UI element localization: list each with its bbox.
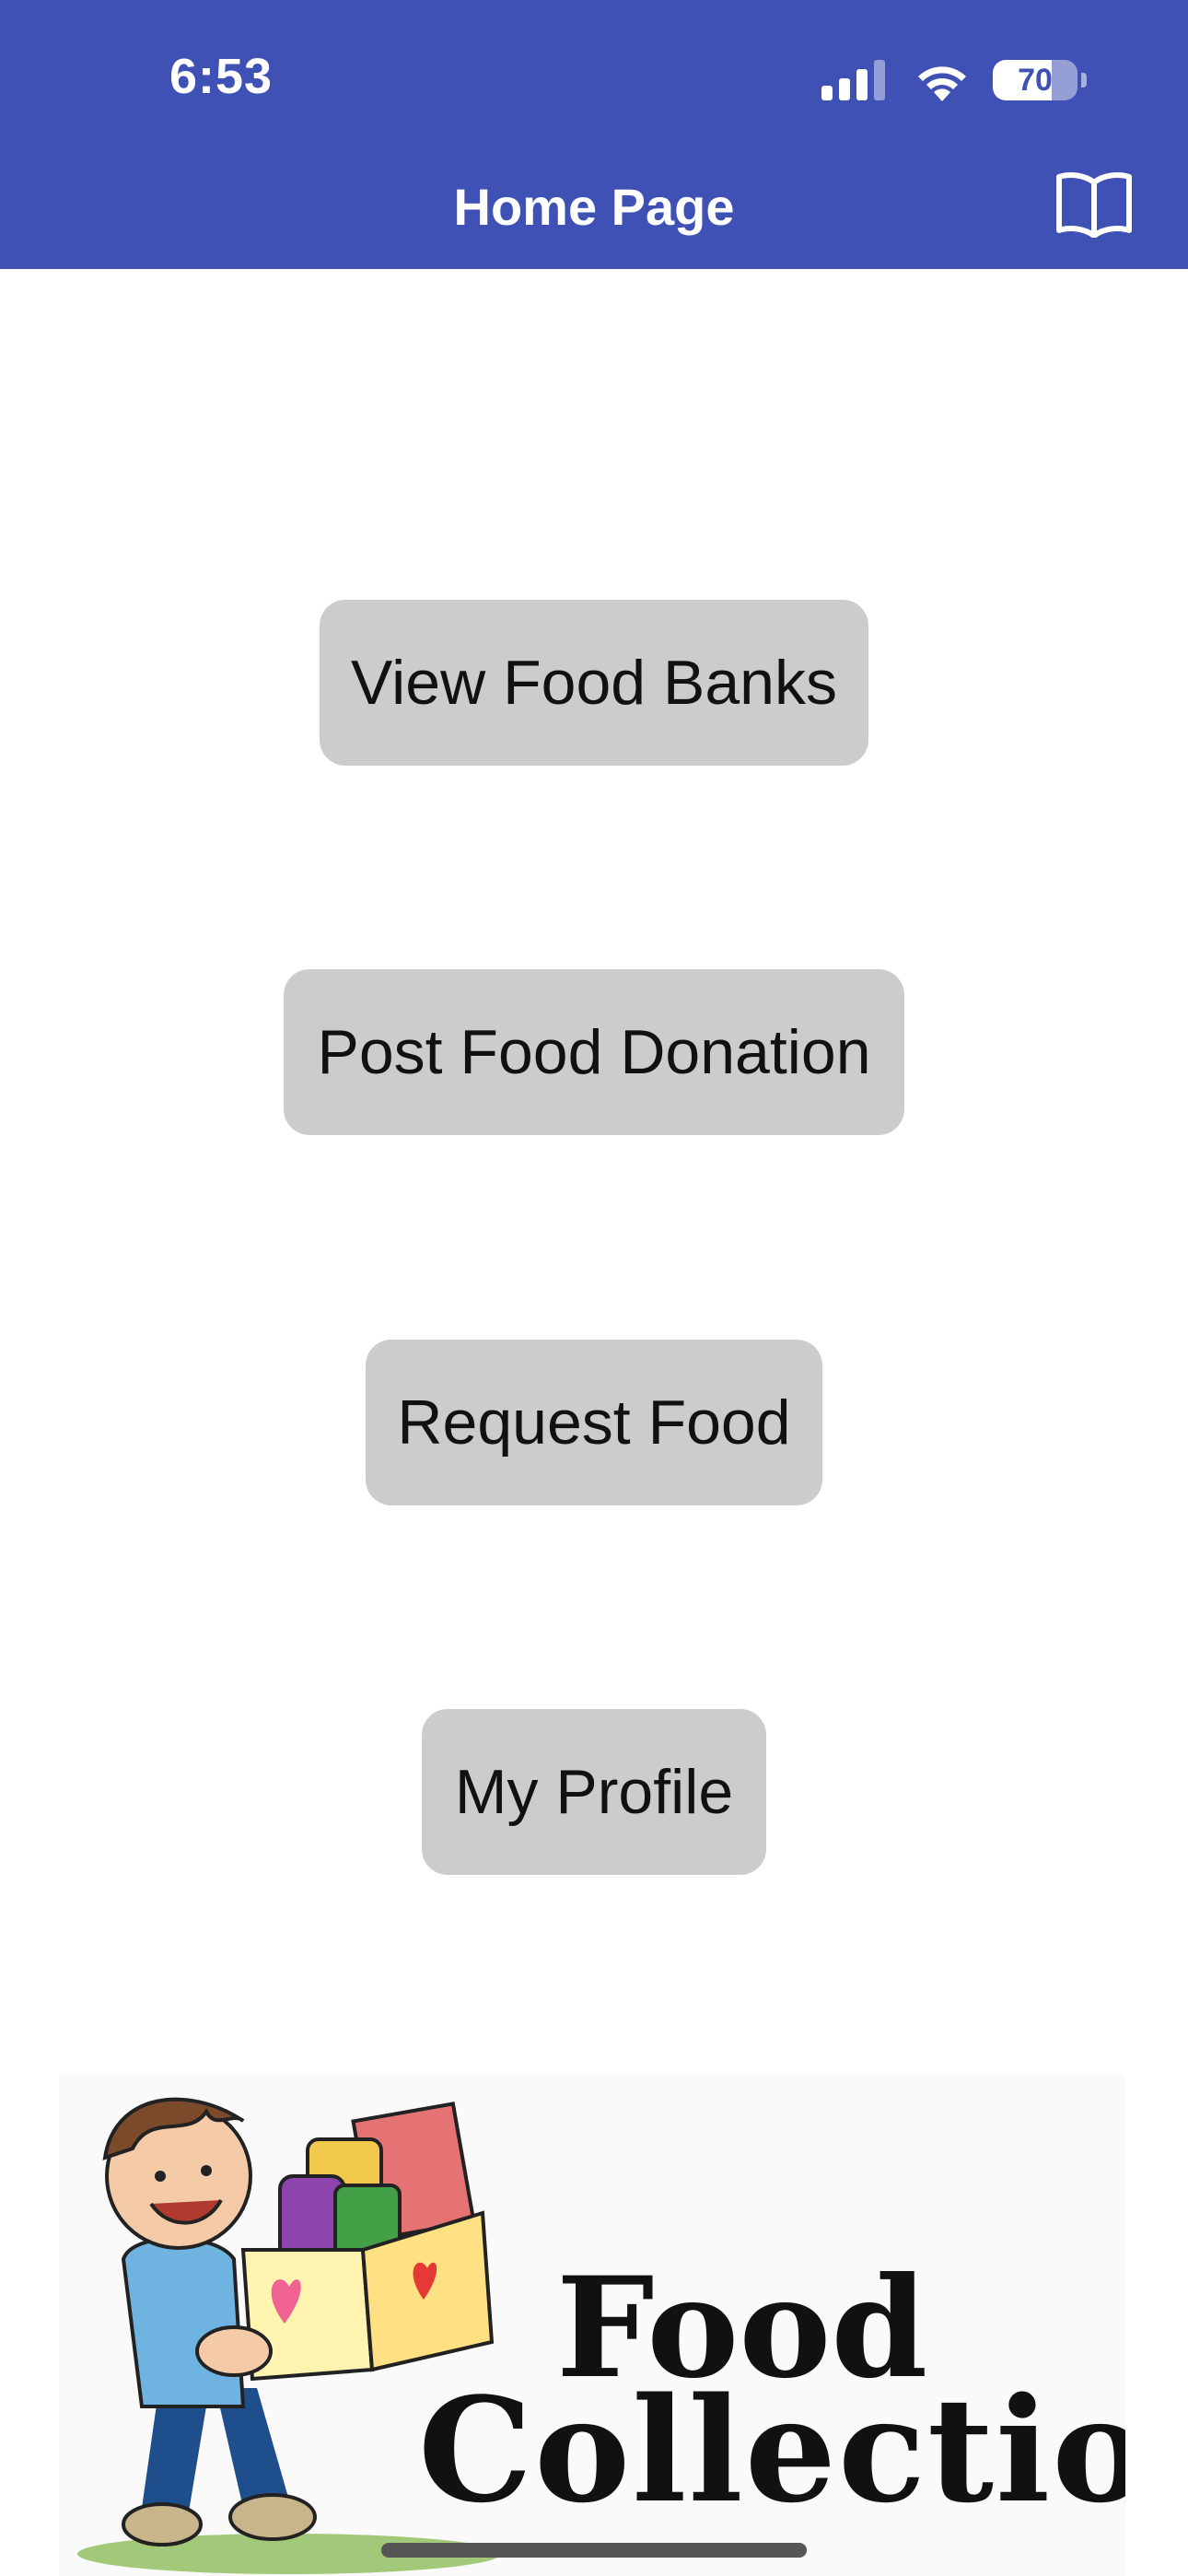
battery-level: 70 xyxy=(1018,62,1053,98)
home-indicator[interactable] xyxy=(381,2543,807,2558)
food-collection-banner: Food Collection xyxy=(59,2075,1125,2576)
my-profile-button[interactable]: My Profile xyxy=(422,1709,766,1875)
request-food-button[interactable]: Request Food xyxy=(366,1340,822,1505)
post-food-donation-button[interactable]: Post Food Donation xyxy=(284,969,904,1135)
view-food-banks-button[interactable]: View Food Banks xyxy=(320,600,868,766)
banner-collection-text: Collection xyxy=(418,2366,1125,2535)
book-icon xyxy=(1056,172,1132,239)
cellular-signal-icon xyxy=(821,60,885,100)
home-screen: 6:53 70 Home Page View Food Banks Post F… xyxy=(0,0,1188,2576)
wifi-icon xyxy=(918,66,966,101)
page-title: Home Page xyxy=(453,178,735,236)
book-button[interactable] xyxy=(1055,171,1133,239)
status-time: 6:53 xyxy=(169,49,274,104)
status-icons: 70 xyxy=(821,57,1087,103)
app-header: 6:53 70 Home Page xyxy=(0,0,1188,269)
battery-tip xyxy=(1081,73,1087,88)
battery-indicator: 70 xyxy=(993,60,1077,100)
